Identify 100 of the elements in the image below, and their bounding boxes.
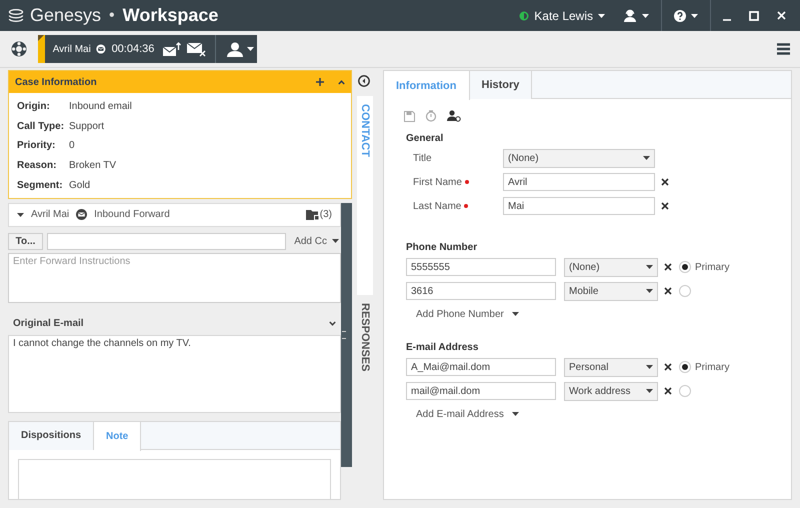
person-icon: [225, 42, 243, 56]
input-field[interactable]: Mai: [503, 197, 655, 215]
primary-label: Primary: [695, 362, 730, 372]
input-field[interactable]: 3616: [406, 282, 556, 300]
caret-icon: [332, 239, 339, 244]
maximize-icon: [749, 10, 759, 20]
caret-icon: [691, 14, 698, 18]
caret-icon: [643, 156, 650, 160]
caret-icon: [512, 412, 519, 416]
field-label: Origin:: [17, 101, 51, 112]
side-tab[interactable]: RESPONSES: [357, 295, 373, 372]
remove-button[interactable]: [664, 363, 672, 371]
add-cc-button[interactable]: Add Cc: [290, 236, 341, 247]
person-sync-icon[interactable]: [447, 110, 461, 122]
primary-label: Primary: [695, 262, 730, 272]
caret-icon: [646, 289, 653, 293]
primary-radio[interactable]: [679, 285, 691, 297]
tab[interactable]: History: [470, 71, 532, 99]
field-value: Broken TV: [69, 160, 116, 172]
type-dropdown[interactable]: Work address: [564, 382, 658, 400]
close-icon: [664, 263, 672, 271]
input-field[interactable]: mail@mail.dom: [406, 382, 556, 400]
input-field[interactable]: Avril: [503, 173, 655, 191]
logo-icon: [8, 8, 24, 22]
menu-icon[interactable]: [777, 43, 790, 55]
primary-radio[interactable]: [679, 361, 691, 373]
interaction-bar[interactable]: Avril Mai 00:04:36: [38, 35, 257, 63]
support-icon[interactable]: [10, 40, 28, 58]
field-label: Title: [412, 152, 433, 164]
close-icon: [661, 202, 669, 210]
tab[interactable]: Dispositions: [9, 422, 94, 450]
field-value: 0: [69, 140, 75, 152]
to-field[interactable]: [47, 232, 286, 250]
close-icon: [664, 363, 672, 371]
attachment-count: (3): [320, 209, 332, 220]
field-value: Inbound email: [69, 101, 132, 112]
chevron-icon[interactable]: [329, 320, 336, 326]
close-icon: [777, 11, 786, 20]
type-dropdown[interactable]: (None): [564, 258, 658, 276]
input-field[interactable]: A_Mai@mail.dom: [406, 358, 556, 376]
caret-icon: [646, 365, 653, 369]
primary-radio[interactable]: [679, 385, 691, 397]
field-value: Support: [69, 120, 104, 132]
folder-icon[interactable]: [306, 209, 319, 220]
plus-icon[interactable]: [316, 78, 324, 86]
remove-button[interactable]: [664, 263, 672, 271]
caret-icon: [642, 14, 649, 18]
section-title: Phone Number: [406, 242, 478, 253]
caret-icon: [646, 389, 653, 393]
caret-icon: [598, 14, 605, 18]
caret-icon: [247, 47, 254, 51]
field-value: Gold: [69, 180, 90, 191]
email-icon: [76, 209, 88, 220]
to-button[interactable]: To...: [8, 232, 43, 250]
collapse-icon[interactable]: [338, 80, 345, 84]
clear-button[interactable]: [661, 202, 669, 210]
envelope-x-icon: [187, 41, 206, 57]
type-dropdown[interactable]: Personal: [564, 358, 658, 376]
add-button[interactable]: Add Phone Number: [416, 306, 771, 322]
close-icon: [661, 178, 669, 186]
caret-icon: [646, 265, 653, 269]
add-button[interactable]: Add E-mail Address: [416, 406, 771, 422]
section-title: E-mail Address: [406, 342, 480, 353]
contact-name: Avril Mai: [52, 44, 91, 54]
close-icon: [664, 387, 672, 395]
forward-instructions-field[interactable]: Enter Forward Instructions: [8, 252, 341, 303]
expand-icon[interactable]: [17, 212, 24, 217]
title-separator: •: [109, 6, 115, 24]
brand-name: Genesys: [30, 5, 102, 26]
field-label: First Name: [404, 176, 503, 188]
type-dropdown[interactable]: Mobile: [564, 282, 658, 300]
contact-name: Avril Mai: [31, 209, 70, 220]
original-email-title: Original E-mail: [13, 318, 85, 329]
clear-button[interactable]: [661, 178, 669, 186]
envelope-arrow-icon: [163, 42, 182, 56]
caret-icon: [512, 312, 519, 316]
agent-status-button[interactable]: Kate Lewis: [513, 0, 611, 31]
app-title: Workspace: [122, 5, 218, 26]
note-field[interactable]: [18, 458, 331, 499]
field-label: Last Name: [404, 200, 503, 212]
case-information-title: Case Information: [15, 76, 98, 88]
remove-button[interactable]: [664, 387, 672, 395]
help-icon: [674, 10, 686, 22]
field-label: Reason:: [17, 160, 58, 172]
input-field[interactable]: 5555555: [406, 258, 556, 276]
collapse-icon[interactable]: [358, 75, 370, 87]
email-body: I cannot change the channels on my TV.: [13, 338, 191, 349]
field-label: Priority:: [17, 140, 56, 152]
minimize-icon: [723, 18, 731, 20]
interaction-type: Inbound Forward: [94, 209, 170, 220]
title-dropdown[interactable]: (None): [503, 148, 655, 168]
field-label: Call Type:: [17, 120, 66, 132]
remove-button[interactable]: [664, 287, 672, 295]
close-icon: [664, 287, 672, 295]
field-label: Segment:: [17, 180, 64, 191]
headset-icon: [623, 9, 637, 22]
section-title: General: [406, 133, 444, 144]
primary-radio[interactable]: [679, 261, 691, 273]
status-icon: [519, 10, 530, 20]
timer: 00:04:36: [112, 43, 154, 55]
